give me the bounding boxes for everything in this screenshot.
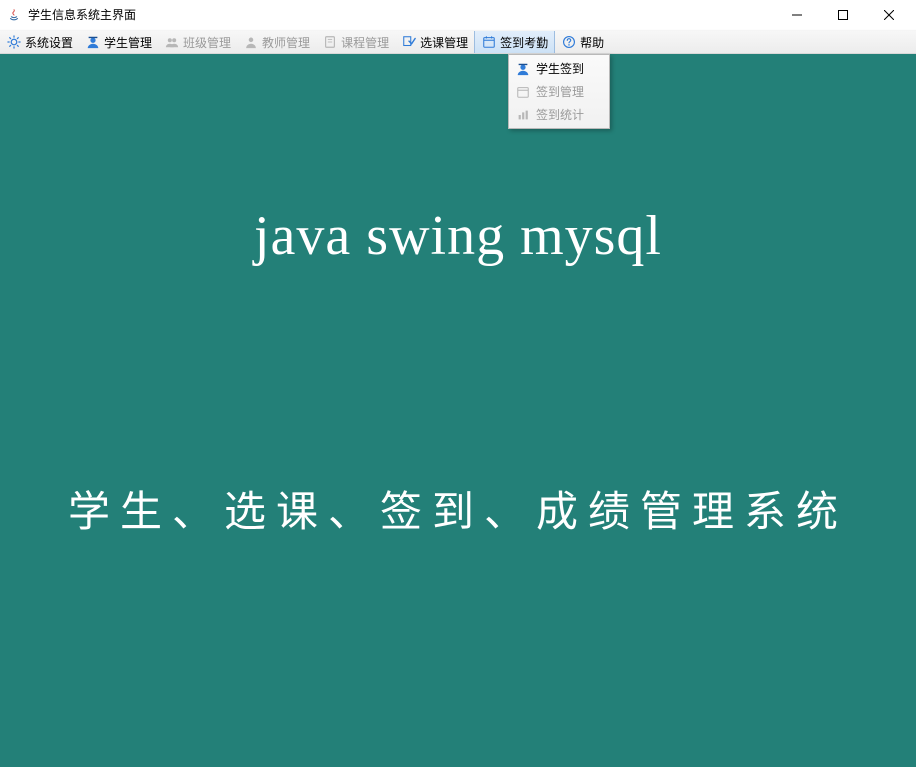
menu-attendance[interactable]: 签到考勤 (474, 31, 555, 53)
calendar-icon (481, 34, 497, 50)
people-icon (164, 34, 180, 50)
menu-system-settings[interactable]: 系统设置 (0, 31, 79, 53)
attendance-dropdown: 学生签到 签到管理 签到统计 (508, 54, 610, 129)
window-title: 学生信息系统主界面 (28, 6, 136, 23)
teacher-icon (243, 34, 259, 50)
calendar-icon (515, 84, 531, 100)
menu-help[interactable]: 帮助 (555, 31, 610, 53)
student-icon (85, 34, 101, 50)
student-icon (515, 61, 531, 77)
minimize-button[interactable] (774, 0, 820, 30)
menu-label: 课程管理 (341, 34, 389, 51)
dropdown-signin-manage[interactable]: 签到管理 (511, 80, 607, 103)
help-icon (561, 34, 577, 50)
java-app-icon (6, 7, 22, 23)
window-titlebar: 学生信息系统主界面 (0, 0, 916, 30)
menu-label: 签到考勤 (500, 34, 548, 51)
window-controls (774, 0, 912, 29)
menu-label: 帮助 (580, 34, 604, 51)
content-inner: java swing mysql 学生、选课、签到、成绩管理系统 (0, 54, 916, 767)
headline-tech: java swing mysql (254, 204, 662, 268)
dropdown-label: 学生签到 (536, 60, 584, 77)
close-button[interactable] (866, 0, 912, 30)
menu-course-select[interactable]: 选课管理 (395, 31, 474, 53)
select-icon (401, 34, 417, 50)
content-area: java swing mysql 学生、选课、签到、成绩管理系统 (0, 54, 916, 767)
book-icon (322, 34, 338, 50)
menu-label: 系统设置 (25, 34, 73, 51)
menu-teacher-manage[interactable]: 教师管理 (237, 31, 316, 53)
headline-system: 学生、选课、签到、成绩管理系统 (68, 478, 848, 539)
dropdown-student-signin[interactable]: 学生签到 (511, 57, 607, 80)
menu-student-manage[interactable]: 学生管理 (79, 31, 158, 53)
dropdown-signin-stats[interactable]: 签到统计 (511, 103, 607, 126)
main-toolbar: 系统设置 学生管理 班级管理 教师管理 课程管理 选课管理 签到考勤 (0, 30, 916, 54)
gear-icon (6, 34, 22, 50)
menu-label: 班级管理 (183, 34, 231, 51)
chart-icon (515, 107, 531, 123)
menu-label: 教师管理 (262, 34, 310, 51)
dropdown-label: 签到统计 (536, 106, 584, 123)
menu-label: 学生管理 (104, 34, 152, 51)
maximize-button[interactable] (820, 0, 866, 30)
menu-class-manage[interactable]: 班级管理 (158, 31, 237, 53)
menu-course-manage[interactable]: 课程管理 (316, 31, 395, 53)
dropdown-label: 签到管理 (536, 83, 584, 100)
menu-label: 选课管理 (420, 34, 468, 51)
